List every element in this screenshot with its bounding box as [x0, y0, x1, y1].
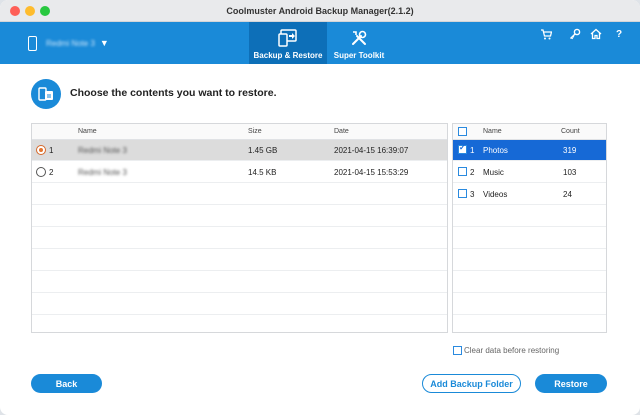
empty-row — [453, 206, 606, 227]
device-name: Redmi Note 3 — [46, 38, 95, 48]
empty-row — [32, 228, 447, 249]
backup-index: 2 — [49, 168, 54, 177]
photos-checkbox[interactable] — [458, 143, 467, 154]
cart-icon[interactable] — [539, 27, 553, 41]
column-header-count[interactable]: Count — [561, 128, 580, 135]
content-row-music[interactable]: 2 Music 103 — [453, 162, 606, 183]
clear-data-label: Clear data before restoring — [464, 346, 560, 355]
restore-device-icon — [31, 79, 61, 109]
app-window: Coolmuster Android Backup Manager(2.1.2)… — [0, 0, 640, 415]
backup-restore-icon — [278, 29, 297, 47]
empty-row — [453, 272, 606, 293]
empty-row — [453, 294, 606, 315]
select-all-checkbox[interactable] — [458, 127, 467, 136]
backup-row[interactable]: 1 Redmi Note 3 1.45 GB 2021-04-15 16:39:… — [32, 140, 447, 161]
backup-list-table: Name Size Date 1 Redmi Note 3 1.45 GB 20… — [31, 123, 448, 333]
home-icon[interactable] — [589, 27, 603, 41]
tab-super-toolkit-label: Super Toolkit — [333, 51, 385, 60]
column-header-date[interactable]: Date — [334, 128, 349, 135]
content-name: Videos — [483, 190, 508, 199]
backup-name: Redmi Note 3 — [78, 146, 127, 155]
empty-row — [32, 206, 447, 227]
music-checkbox[interactable] — [458, 167, 467, 176]
back-button[interactable]: Back — [31, 374, 102, 393]
column-header-name[interactable]: Name — [483, 128, 502, 135]
content-row-photos[interactable]: 1 Photos 319 — [453, 140, 606, 161]
tab-backup-restore[interactable]: Backup & Restore — [249, 22, 327, 64]
backup-date: 2021-04-15 15:53:29 — [334, 168, 409, 177]
backup-radio[interactable] — [36, 167, 46, 177]
empty-row — [32, 272, 447, 293]
prompt-heading: Choose the contents you want to restore. — [70, 87, 277, 99]
clear-data-option[interactable]: Clear data before restoring — [453, 346, 559, 355]
backup-name: Redmi Note 3 — [78, 168, 127, 177]
videos-checkbox[interactable] — [458, 189, 467, 198]
phone-icon — [28, 35, 37, 51]
empty-row — [453, 228, 606, 249]
toolkit-icon — [352, 30, 367, 45]
content-type-table: Name Count 1 Photos 319 2 Music 103 3 Vi… — [452, 123, 607, 333]
window-title: Coolmuster Android Backup Manager(2.1.2) — [226, 6, 414, 16]
title-bar: Coolmuster Android Backup Manager(2.1.2) — [0, 0, 640, 22]
backup-size: 14.5 KB — [248, 168, 277, 177]
empty-row — [32, 184, 447, 205]
content-count: 24 — [563, 190, 572, 199]
backup-radio-selected[interactable] — [36, 145, 46, 155]
backup-row[interactable]: 2 Redmi Note 3 14.5 KB 2021-04-15 15:53:… — [32, 162, 447, 183]
content-count: 103 — [563, 168, 577, 177]
clear-data-checkbox[interactable] — [453, 346, 462, 355]
device-selector[interactable]: Redmi Note 3 ▼ — [28, 34, 109, 52]
content-index: 3 — [470, 190, 475, 199]
content-type-header: Name Count — [453, 124, 606, 140]
tab-backup-restore-label: Backup & Restore — [253, 51, 323, 60]
app-header: Redmi Note 3 ▼ Backup & Restore Super To… — [0, 22, 640, 64]
content-name: Music — [483, 168, 504, 177]
content-count: 319 — [563, 146, 577, 155]
backup-list-header: Name Size Date — [32, 124, 447, 140]
empty-row — [32, 250, 447, 271]
help-icon[interactable]: ? — [612, 27, 626, 41]
restore-button[interactable]: Restore — [535, 374, 607, 393]
add-backup-folder-button[interactable]: Add Backup Folder — [422, 374, 521, 393]
tab-super-toolkit[interactable]: Super Toolkit — [329, 22, 389, 64]
content-index: 2 — [470, 168, 475, 177]
backup-date: 2021-04-15 16:39:07 — [334, 146, 409, 155]
backup-index: 1 — [49, 146, 54, 155]
column-header-name[interactable]: Name — [78, 128, 97, 135]
key-icon[interactable] — [568, 27, 582, 41]
content-name: Photos — [483, 146, 508, 155]
content-index: 1 — [470, 146, 475, 155]
content-row-videos[interactable]: 3 Videos 24 — [453, 184, 606, 205]
column-header-size[interactable]: Size — [248, 128, 262, 135]
empty-row — [32, 294, 447, 315]
empty-row — [453, 250, 606, 271]
backup-size: 1.45 GB — [248, 146, 278, 155]
chevron-down-icon: ▼ — [99, 38, 109, 48]
